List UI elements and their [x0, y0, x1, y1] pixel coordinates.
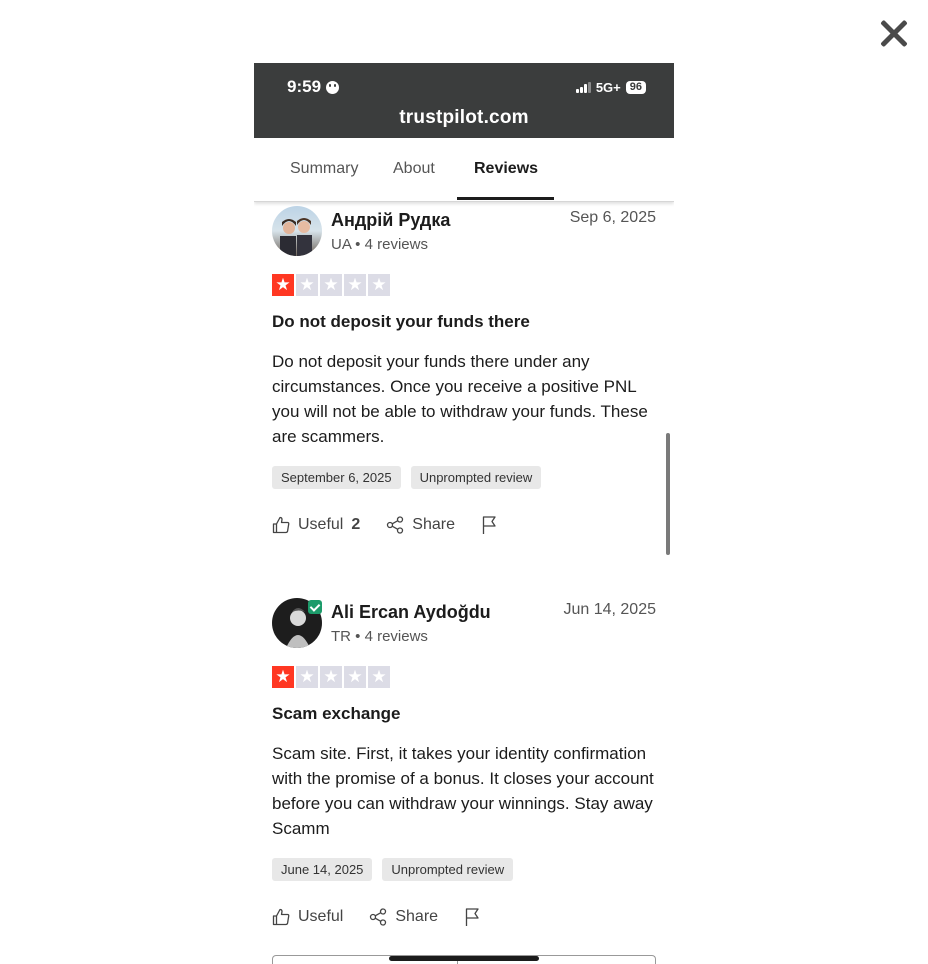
reviewer-name[interactable]: Ali Ercan Aydoğdu	[331, 602, 491, 623]
review-type-badge[interactable]: Unprompted review	[382, 858, 514, 881]
review-title[interactable]: Do not deposit your funds there	[272, 312, 530, 332]
tab-bar: Summary About Reviews	[254, 138, 674, 202]
thumbs-up-icon	[272, 908, 290, 926]
share-button[interactable]: Share	[386, 516, 455, 534]
address-bar-url[interactable]: trustpilot.com	[254, 107, 674, 129]
tab-about[interactable]: About	[393, 160, 435, 178]
report-button[interactable]	[481, 515, 499, 535]
reviewer-name[interactable]: Андрій Рудка	[331, 210, 450, 231]
useful-button[interactable]: Useful 2	[272, 516, 360, 534]
avatar-photo	[280, 218, 312, 256]
reviewer-meta: UA • 4 reviews	[331, 236, 428, 253]
useful-label: Useful	[298, 908, 344, 925]
reviewer-meta: TR • 4 reviews	[331, 628, 428, 645]
review-body: Scam site. First, it takes your identity…	[272, 744, 654, 838]
network-label: 5G+	[595, 80, 621, 95]
smiley-icon	[326, 80, 340, 94]
star-icon	[272, 274, 294, 296]
review-tags: September 6, 2025 Unprompted review	[272, 466, 542, 489]
star-icon	[296, 274, 318, 296]
review-actions: Useful Share	[272, 907, 508, 927]
signal-icon	[575, 82, 591, 93]
verified-badge-icon	[308, 600, 322, 614]
tab-reviews[interactable]: Reviews	[474, 160, 538, 178]
report-button[interactable]	[464, 907, 482, 927]
home-indicator[interactable]	[389, 956, 539, 961]
status-time: 9:59	[287, 77, 340, 97]
scrollbar[interactable]	[666, 433, 670, 555]
flag-icon	[465, 908, 479, 926]
review-date: Sep 6, 2025	[569, 209, 656, 226]
share-icon	[387, 516, 404, 534]
active-tab-indicator	[457, 197, 554, 200]
time-label: 9:59	[287, 77, 322, 96]
star-icon	[344, 666, 366, 688]
browser-status-bar: 9:59 5G+ 96 trustpilot.com	[254, 63, 674, 138]
close-icon[interactable]	[874, 14, 914, 54]
useful-label: Useful	[298, 516, 344, 533]
experience-date-badge: June 14, 2025	[272, 858, 373, 881]
star-icon	[296, 666, 318, 688]
share-icon	[370, 908, 387, 926]
star-rating	[272, 274, 390, 296]
review-date: Jun 14, 2025	[563, 601, 656, 618]
star-rating	[272, 666, 390, 688]
share-label: Share	[395, 908, 439, 925]
flag-icon	[482, 516, 496, 534]
tab-summary[interactable]: Summary	[290, 160, 358, 178]
useful-button[interactable]: Useful	[272, 908, 343, 926]
star-icon	[368, 274, 390, 296]
review-type-badge[interactable]: Unprompted review	[410, 466, 542, 489]
thumbs-up-icon	[272, 516, 290, 534]
phone-screen: 9:59 5G+ 96 trustpilot.com Summary About…	[254, 63, 674, 964]
review-title[interactable]: Scam exchange	[272, 704, 401, 724]
battery-icon: 96	[625, 81, 646, 94]
status-indicators: 5G+ 96	[575, 80, 646, 95]
share-button[interactable]: Share	[369, 908, 438, 926]
review-body: Do not deposit your funds there under an…	[272, 352, 648, 446]
useful-count: 2	[351, 516, 361, 533]
review-actions: Useful 2 Share	[272, 515, 525, 535]
share-label: Share	[412, 516, 455, 533]
star-icon	[272, 666, 294, 688]
star-icon	[344, 274, 366, 296]
star-icon	[320, 274, 342, 296]
star-icon	[320, 666, 342, 688]
avatar[interactable]	[272, 206, 322, 256]
review-tags: June 14, 2025 Unprompted review	[272, 858, 514, 881]
experience-date-badge: September 6, 2025	[272, 466, 401, 489]
star-icon	[368, 666, 390, 688]
